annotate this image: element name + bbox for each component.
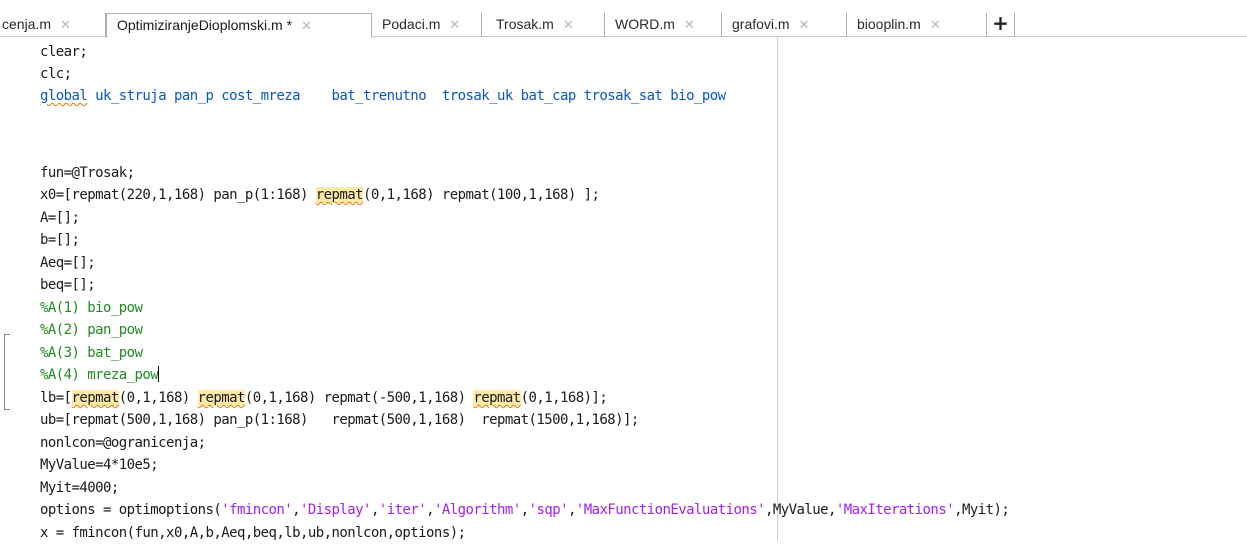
comment-line: %A(2) pan_pow (40, 322, 143, 338)
tab-optimiziranjedioplomski[interactable]: OptimiziranjeDioplomski.m * ✕ (106, 13, 372, 38)
code-line: global uk_struja pan_p cost_mreza bat_tr… (40, 85, 726, 107)
code-text: , (426, 502, 435, 518)
comment-line: %A(4) mreza_pow (40, 364, 160, 386)
code-text: (0,1,168)]; (520, 390, 608, 406)
string-literal: 'sqp' (528, 502, 569, 518)
code-text: (0,1,168) repmat(-500,1,168) (244, 390, 474, 406)
tab-label: biooplin.m (857, 16, 921, 32)
string-literal: 'fmincon' (221, 502, 293, 518)
tab-label: Trosak.m (496, 16, 554, 32)
code-line: fun=@Trosak; (40, 165, 135, 181)
tab-trosak[interactable]: Trosak.m ✕ (482, 13, 605, 37)
code-line: Aeq=[]; (40, 255, 96, 271)
tab-label: WORD.m (615, 16, 675, 32)
string-literal: 'Display' (300, 502, 371, 518)
code-text: uk_struja pan_p cost_mreza bat_trenutno … (87, 88, 726, 104)
highlighted-function: repmat (473, 390, 521, 406)
code-text: , (567, 502, 576, 518)
code-line: options = optimoptions('fmincon','Displa… (40, 499, 1010, 521)
string-literal: 'MaxFunctionEvaluations' (575, 502, 766, 518)
code-text: x0=[repmat(220,1,168) pan_p(1:168) (40, 187, 316, 203)
code-line: clear; (40, 44, 88, 60)
string-literal: 'iter' (378, 502, 427, 518)
tab-label: grafovi.m (732, 16, 790, 32)
code-text: lb=[ (40, 390, 72, 406)
text-cursor (158, 366, 160, 382)
code-line: x0=[repmat(220,1,168) pan_p(1:168) repma… (40, 184, 600, 206)
tab-label: cenja.m (2, 16, 52, 32)
new-tab-button[interactable]: + (987, 13, 1015, 37)
right-margin-line (777, 37, 778, 541)
code-line: b=[]; (40, 232, 80, 248)
close-icon[interactable]: ✕ (930, 17, 941, 32)
editor-tab-bar: cenja.m ✕ OptimiziranjeDioplomski.m * ✕ Po… (0, 0, 1247, 38)
close-icon[interactable]: ✕ (563, 17, 574, 32)
tab-label: Podaci.m (382, 16, 441, 32)
editor-gutter (0, 37, 18, 541)
tab-label: OptimiziranjeDioplomski.m * (117, 17, 293, 33)
keyword: global (40, 88, 88, 104)
tab-word[interactable]: WORD.m ✕ (605, 13, 722, 37)
code-line: beq=[]; (40, 277, 96, 293)
tab-biooplin[interactable]: biooplin.m ✕ (847, 13, 987, 37)
highlighted-function: repmat (197, 390, 245, 406)
close-icon[interactable]: ✕ (60, 17, 71, 32)
close-icon[interactable]: ✕ (301, 18, 312, 33)
close-icon[interactable]: ✕ (449, 17, 460, 32)
code-line: A=[]; (40, 210, 80, 226)
comment-text: %A(4) mreza_pow (40, 367, 159, 383)
code-text: , (370, 502, 379, 518)
highlighted-function: repmat (71, 390, 119, 406)
code-fold-bracket[interactable] (4, 334, 10, 410)
code-text: , (292, 502, 301, 518)
comment-line: %A(1) bio_pow (40, 300, 143, 316)
tab-grafovi[interactable]: grafovi.m ✕ (722, 13, 847, 37)
code-text: (0,1,168) (118, 390, 198, 406)
close-icon[interactable]: ✕ (684, 17, 695, 32)
code-line: nonlcon=@ogranicenja; (40, 435, 206, 451)
code-line: Myit=4000; (40, 480, 119, 496)
code-line: MyValue=4*10e5; (40, 457, 159, 473)
close-icon[interactable]: ✕ (799, 17, 810, 32)
tab-cenja[interactable]: cenja.m ✕ (0, 13, 106, 37)
code-line: clc; (40, 66, 72, 82)
code-text: options = optimoptions( (40, 502, 222, 518)
code-text: (0,1,168) repmat(100,1,168) ]; (363, 187, 600, 203)
string-literal: 'Algorithm' (434, 502, 521, 518)
tab-podaci[interactable]: Podaci.m ✕ (372, 13, 482, 37)
comment-line: %A(3) bat_pow (40, 345, 143, 361)
code-line: ub=[repmat(500,1,168) pan_p(1:168) repma… (40, 412, 639, 428)
highlighted-function: repmat (315, 187, 364, 203)
code-text: ,MyValue, (764, 502, 836, 518)
code-text: , (520, 502, 529, 518)
code-line: lb=[repmat(0,1,168) repmat(0,1,168) repm… (40, 387, 608, 409)
string-literal: 'MaxIterations' (835, 502, 955, 518)
code-text: ,Myit); (954, 502, 1010, 518)
